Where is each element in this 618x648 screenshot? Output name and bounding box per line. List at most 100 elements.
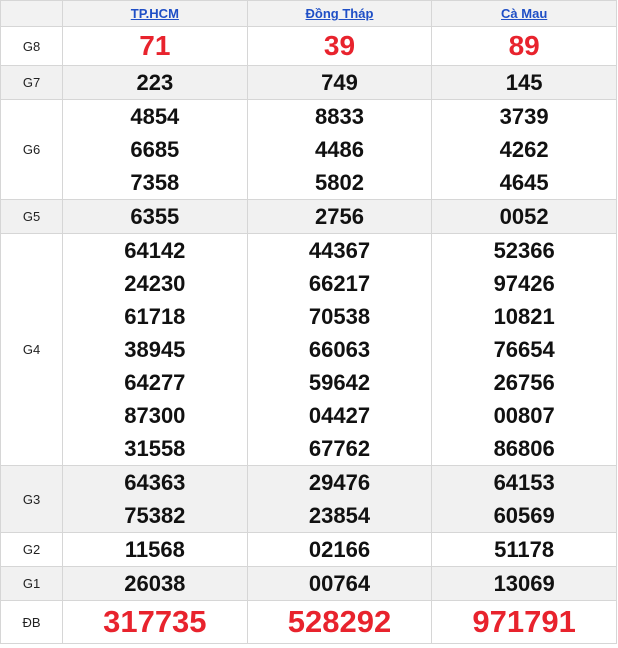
prize-cell: 13069 bbox=[431, 566, 617, 601]
prize-row-đb: ĐB 317735 528292 971791 bbox=[0, 600, 617, 644]
winning-number: 11568 bbox=[124, 537, 185, 562]
winning-number: 971791 bbox=[472, 604, 576, 639]
prize-row-g1: G1 26038 00764 13069 bbox=[0, 566, 617, 601]
winning-number: 317735 bbox=[103, 604, 207, 639]
province-header: Cà Mau bbox=[431, 0, 617, 27]
winning-number: 749 bbox=[321, 70, 358, 95]
winning-number: 61718 bbox=[124, 304, 186, 329]
province-link-ca-mau[interactable]: Cà Mau bbox=[501, 6, 547, 21]
prize-label: G8 bbox=[0, 26, 63, 66]
province-link-dong-thap[interactable]: Đồng Tháp bbox=[306, 6, 374, 21]
prize-cell: 6355 bbox=[62, 199, 248, 234]
winning-number: 67762 bbox=[308, 436, 371, 461]
results-body: G8 71 39 89 G7 223 749 145 G6 4854 6685 7358 8833 448… bbox=[0, 26, 617, 644]
winning-number: 44367 bbox=[308, 238, 371, 263]
winning-number: 71 bbox=[139, 30, 171, 61]
winning-number: 223 bbox=[136, 70, 174, 95]
winning-number: 87300 bbox=[124, 403, 186, 428]
winning-number: 4645 bbox=[499, 170, 549, 195]
winning-number: 528292 bbox=[287, 604, 392, 639]
prize-cell: 3739 4262 4645 bbox=[431, 99, 617, 200]
prize-cell: 89 bbox=[431, 26, 617, 66]
prize-cell: 317735 bbox=[62, 600, 248, 644]
winning-number: 31558 bbox=[124, 436, 186, 461]
prize-cell: 64153 60569 bbox=[431, 465, 617, 533]
winning-number: 64277 bbox=[124, 370, 186, 395]
prize-cell: 145 bbox=[431, 65, 617, 100]
winning-number: 4486 bbox=[315, 137, 364, 162]
winning-number: 76654 bbox=[493, 337, 555, 362]
prize-cell: 2756 bbox=[246, 199, 433, 234]
prize-row-g3: G3 64363 75382 29476 23854 64153 60569 bbox=[0, 465, 617, 533]
prize-cell: 52366 97426 10821 76654 26756 00807 86806 bbox=[431, 233, 617, 466]
prize-cell: 223 bbox=[62, 65, 248, 100]
prize-cell: 8833 4486 5802 bbox=[246, 99, 433, 200]
winning-number: 86806 bbox=[493, 436, 555, 461]
winning-number: 24230 bbox=[124, 271, 186, 296]
prize-cell: 51178 bbox=[431, 532, 617, 567]
prize-cell: 26038 bbox=[62, 566, 248, 601]
winning-number: 66217 bbox=[308, 271, 371, 296]
header-row: TP.HCM Đồng Tháp Cà Mau bbox=[0, 0, 617, 27]
prize-label: G2 bbox=[0, 532, 63, 567]
winning-number: 66063 bbox=[308, 337, 371, 362]
winning-number: 7358 bbox=[130, 170, 180, 195]
winning-number: 59642 bbox=[308, 370, 371, 395]
prize-cell: 971791 bbox=[431, 600, 617, 644]
winning-number: 60569 bbox=[493, 503, 555, 528]
prize-cell: 64142 24230 61718 38945 64277 87300 31558 bbox=[62, 233, 248, 466]
prize-row-g4: G4 64142 24230 61718 38945 64277 87300 31558 443… bbox=[0, 233, 617, 466]
prize-label: G4 bbox=[0, 233, 63, 466]
winning-number: 70538 bbox=[308, 304, 371, 329]
winning-number: 2756 bbox=[315, 204, 364, 229]
prize-cell: 00764 bbox=[246, 566, 433, 601]
prize-cell: 528292 bbox=[246, 600, 433, 644]
winning-number: 64142 bbox=[124, 238, 186, 263]
winning-number: 29476 bbox=[308, 470, 371, 495]
prize-cell: 71 bbox=[62, 26, 248, 66]
winning-number: 4262 bbox=[499, 137, 549, 162]
prize-row-g6: G6 4854 6685 7358 8833 4486 5802 3739 4262 4645 bbox=[0, 99, 617, 200]
prize-cell: 749 bbox=[246, 65, 433, 100]
winning-number: 4854 bbox=[130, 104, 180, 129]
prize-row-g8: G8 71 39 89 bbox=[0, 26, 617, 66]
prize-row-g2: G2 11568 02166 51178 bbox=[0, 532, 617, 567]
prize-label: G7 bbox=[0, 65, 63, 100]
prize-label: ĐB bbox=[0, 600, 63, 644]
winning-number: 64363 bbox=[124, 470, 186, 495]
prize-cell: 44367 66217 70538 66063 59642 04427 67762 bbox=[246, 233, 433, 466]
winning-number: 145 bbox=[505, 70, 543, 95]
winning-number: 5802 bbox=[315, 170, 364, 195]
winning-number: 23854 bbox=[308, 503, 371, 528]
winning-number: 00807 bbox=[493, 403, 555, 428]
prize-row-g7: G7 223 749 145 bbox=[0, 65, 617, 100]
winning-number: 0052 bbox=[499, 204, 549, 229]
prize-cell: 29476 23854 bbox=[246, 465, 433, 533]
prize-label: G3 bbox=[0, 465, 63, 533]
prize-cell: 4854 6685 7358 bbox=[62, 99, 248, 200]
winning-number: 00764 bbox=[308, 571, 371, 596]
winning-number: 38945 bbox=[124, 337, 186, 362]
winning-number: 51178 bbox=[494, 537, 555, 562]
prize-label: G1 bbox=[0, 566, 63, 601]
prize-label: G6 bbox=[0, 99, 63, 200]
province-header: Đồng Tháp bbox=[246, 0, 433, 27]
header-corner bbox=[0, 0, 63, 27]
prize-cell: 02166 bbox=[246, 532, 433, 567]
winning-number: 26038 bbox=[124, 571, 186, 596]
prize-cell: 64363 75382 bbox=[62, 465, 248, 533]
winning-number: 8833 bbox=[315, 104, 364, 129]
winning-number: 75382 bbox=[124, 503, 186, 528]
winning-number: 02166 bbox=[308, 537, 371, 562]
winning-number: 39 bbox=[323, 30, 356, 61]
prize-cell: 11568 bbox=[62, 532, 248, 567]
winning-number: 10821 bbox=[493, 304, 555, 329]
province-link-tphcm[interactable]: TP.HCM bbox=[131, 6, 179, 21]
winning-number: 04427 bbox=[308, 403, 371, 428]
prize-cell: 39 bbox=[246, 26, 433, 66]
prize-label: G5 bbox=[0, 199, 63, 234]
winning-number: 3739 bbox=[499, 104, 549, 129]
winning-number: 6685 bbox=[130, 137, 180, 162]
lottery-results-table: TP.HCM Đồng Tháp Cà Mau G8 71 39 89 G7 223 749… bbox=[0, 0, 617, 644]
winning-number: 6355 bbox=[130, 204, 180, 229]
